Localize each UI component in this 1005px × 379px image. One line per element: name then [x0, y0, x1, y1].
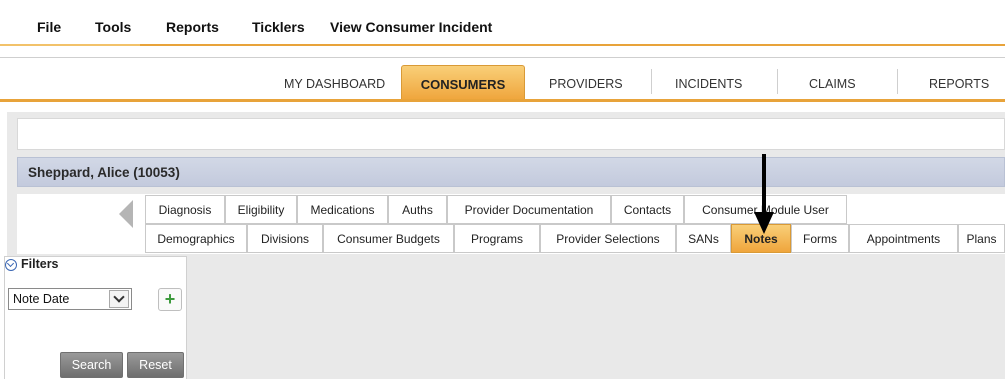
nav-tab-claims[interactable]: CLAIMS: [809, 77, 856, 91]
scroll-left-icon[interactable]: [119, 200, 133, 228]
chevron-down-icon[interactable]: [109, 290, 129, 308]
nav-tab-consumers[interactable]: CONSUMERS: [401, 65, 525, 100]
menu-divider: [0, 44, 140, 46]
menu-bar: File Tools Reports Ticklers View Consume…: [0, 0, 1005, 50]
consumer-name: Sheppard, Alice (10053): [28, 165, 180, 180]
nav-tab-consumers-label: CONSUMERS: [420, 77, 506, 92]
filters-label: Filters: [21, 257, 59, 271]
filter-field-value: Note Date: [13, 292, 70, 306]
nav-tab-my-dashboard[interactable]: MY DASHBOARD: [284, 77, 385, 91]
tab-plans[interactable]: Plans: [958, 224, 1005, 253]
nav-tab-reports[interactable]: REPORTS: [929, 77, 989, 91]
plus-icon: +: [164, 289, 176, 309]
menu-ticklers[interactable]: Ticklers: [252, 19, 305, 35]
reset-button[interactable]: Reset: [127, 352, 184, 378]
tab-forms[interactable]: Forms: [791, 224, 849, 253]
tab-consumer-budgets[interactable]: Consumer Budgets: [323, 224, 454, 253]
menu-view-consumer-incident[interactable]: View Consumer Incident: [330, 19, 492, 35]
tab-demographics[interactable]: Demographics: [145, 224, 247, 253]
menu-reports[interactable]: Reports: [166, 19, 219, 35]
search-button[interactable]: Search: [60, 352, 123, 378]
nav-tab-incidents[interactable]: INCIDENTS: [675, 77, 742, 91]
consumer-tabs: Diagnosis Eligibility Medications Auths …: [17, 194, 1005, 254]
tab-medications[interactable]: Medications: [297, 195, 388, 224]
nav-tab-providers[interactable]: PROVIDERS: [549, 77, 623, 91]
tab-diagnosis[interactable]: Diagnosis: [145, 195, 225, 224]
tab-sans[interactable]: SANs: [676, 224, 731, 253]
tab-appointments[interactable]: Appointments: [849, 224, 958, 253]
chevron-down-circle-icon[interactable]: [5, 259, 17, 271]
tab-eligibility[interactable]: Eligibility: [225, 195, 297, 224]
tab-programs[interactable]: Programs: [454, 224, 540, 253]
add-filter-button[interactable]: +: [158, 288, 182, 311]
tab-contacts[interactable]: Contacts: [611, 195, 684, 224]
main-nav: MY DASHBOARD CONSUMERS PROVIDERS INCIDEN…: [0, 57, 1005, 102]
consumer-header: Sheppard, Alice (10053): [17, 157, 1005, 187]
menu-tools[interactable]: Tools: [95, 19, 131, 35]
filters-panel: Filters Note Date + Search Reset: [4, 256, 187, 379]
tab-auths[interactable]: Auths: [388, 195, 447, 224]
message-area: [17, 118, 1005, 150]
menu-file[interactable]: File: [37, 19, 61, 35]
menu-underline: [140, 44, 1005, 46]
down-arrow-icon: [754, 212, 774, 234]
tab-provider-selections[interactable]: Provider Selections: [540, 224, 676, 253]
tab-divisions[interactable]: Divisions: [247, 224, 323, 253]
tab-provider-documentation[interactable]: Provider Documentation: [447, 195, 611, 224]
filter-field-select[interactable]: Note Date: [8, 288, 132, 310]
